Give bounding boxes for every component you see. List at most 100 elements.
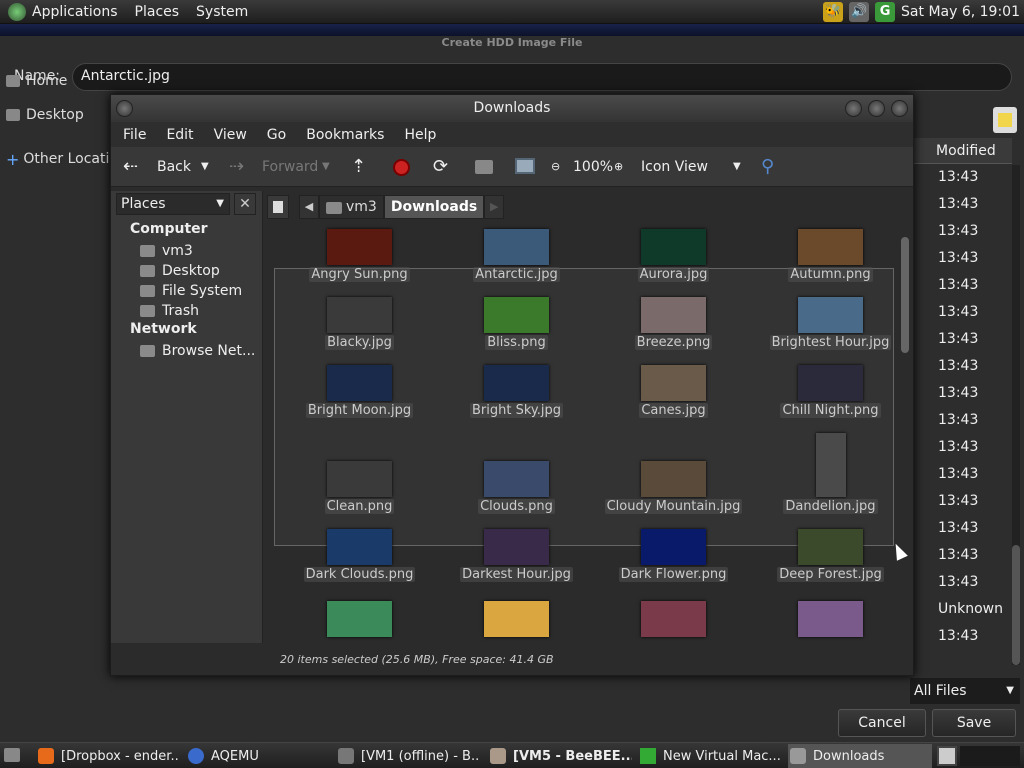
window-menu-icon[interactable] [116,100,133,117]
clock[interactable]: Sat May 6, 19:01 [901,4,1020,20]
task-downloads[interactable]: Downloads [788,744,932,768]
menu-edit[interactable]: Edit [166,127,193,143]
file-item[interactable]: Dark Flower.png [595,529,752,593]
icon-view-scrollbar[interactable] [900,225,910,641]
file-item[interactable]: Chill Night.png [752,365,902,429]
file-item[interactable]: Antarctic.jpg [438,229,595,293]
file-item[interactable]: Deep Forest.jpg [752,529,902,593]
icon-view[interactable]: Angry Sun.png Antarctic.jpg Aurora.jpg Autu… [266,223,902,641]
scroll-thumb[interactable] [1012,545,1020,665]
file-item[interactable]: Cloudy Mountain.jpg [595,461,752,525]
zoom-in-icon[interactable]: ⊕ [614,147,623,187]
file-item[interactable] [281,601,438,641]
breadcrumb-downloads[interactable]: Downloads [383,195,485,219]
back-arrow-icon[interactable]: ⇠ [123,147,138,187]
forward-arrow-icon[interactable]: ⇢ [229,147,244,187]
location-edit-button[interactable] [267,195,289,219]
file-item[interactable]: Darkest Hour.jpg [438,529,595,593]
show-desktop-icon[interactable] [4,748,20,762]
file-item[interactable] [752,601,902,641]
file-item[interactable]: Angry Sun.png [281,229,438,293]
zoom-out-icon[interactable]: ⊖ [551,147,560,187]
menu-help[interactable]: Help [404,127,436,143]
bee-icon[interactable]: 🐝 [823,2,844,22]
minimize-icon[interactable] [845,100,862,117]
home-icon[interactable] [475,160,493,174]
file-item[interactable]: Clean.png [281,461,438,525]
file-item[interactable]: Brightest Hour.jpg [752,297,902,361]
place-other-locations[interactable]: +Other Locations [0,142,112,176]
file-item[interactable]: Blacky.jpg [281,297,438,361]
place-desktop[interactable]: Desktop [0,98,112,132]
new-folder-button[interactable] [993,107,1017,133]
task-new-virtual-machine[interactable]: New Virtual Mac... [638,744,784,768]
scroll-thumb[interactable] [901,237,909,353]
sidebar-item-browse-network[interactable]: Browse Net... [140,341,255,361]
computer-icon[interactable] [515,158,535,174]
file-item[interactable] [438,601,595,641]
sidebar-item-desktop[interactable]: Desktop [140,261,220,281]
sidebar-item-trash[interactable]: Trash [140,301,199,321]
dialog-scrollbar[interactable] [1012,165,1020,665]
file-item[interactable]: Canes.jpg [595,365,752,429]
forward-button[interactable]: Forward [262,147,318,187]
dialog-title: Create HDD Image File [441,36,583,49]
view-mode-select[interactable]: Icon View [641,147,708,187]
file-item[interactable]: Bright Moon.jpg [281,365,438,429]
search-icon[interactable]: ⚲ [761,147,774,187]
file-item[interactable]: Dandelion.jpg [752,433,902,525]
file-item[interactable]: Dark Clouds.png [281,529,438,593]
back-button[interactable]: Back [157,147,191,187]
file-filter-select[interactable]: All Files ▼ [910,678,1020,704]
forward-history-chevron-icon[interactable]: ▼ [322,147,330,187]
menu-view[interactable]: View [214,127,247,143]
cancel-button[interactable]: Cancel [838,709,926,737]
menu-file[interactable]: File [123,127,146,143]
menu-bookmarks[interactable]: Bookmarks [306,127,384,143]
save-button[interactable]: Save [932,709,1016,737]
stop-icon[interactable] [393,159,410,176]
file-name: Dark Clouds.png [303,567,416,582]
close-sidebar-icon[interactable]: ✕ [234,193,256,215]
sidebar-item-filesystem[interactable]: File System [140,281,242,301]
gnome-logo-icon[interactable] [8,2,26,21]
task-vm1[interactable]: [VM1 (offline) - B... [336,744,480,768]
menu-applications[interactable]: Applications [32,4,118,20]
file-name: Breeze.png [634,335,713,350]
menu-system[interactable]: System [196,4,248,20]
maximize-icon[interactable] [868,100,885,117]
file-item[interactable]: Autumn.png [752,229,902,293]
task-dropbox[interactable]: [Dropbox - ender... [36,744,178,768]
file-item[interactable]: Clouds.png [438,461,595,525]
name-input[interactable]: Antarctic.jpg [72,63,1012,91]
place-home[interactable]: Home [0,64,112,98]
close-icon[interactable] [891,100,908,117]
sidebar-item-vm3[interactable]: vm3 [140,241,193,261]
places-combo[interactable]: Places ▼ [116,193,230,215]
menu-go[interactable]: Go [267,127,286,143]
file-name: Clean.png [324,499,395,514]
breadcrumb-vm3[interactable]: vm3 [319,195,384,219]
image-thumbnail [327,297,392,333]
file-item[interactable]: Aurora.jpg [595,229,752,293]
task-aqemu[interactable]: AQEMU [186,744,326,768]
file-item[interactable]: Bliss.png [438,297,595,361]
workspace-1[interactable] [937,746,957,766]
file-name: Brightest Hour.jpg [769,335,892,350]
downloads-titlebar[interactable]: Downloads [111,95,913,122]
up-icon[interactable]: ⇡ [351,147,366,187]
back-history-chevron-icon[interactable]: ▼ [201,147,209,187]
reload-icon[interactable]: ⟳ [433,147,448,187]
view-mode-chevron-icon[interactable]: ▼ [733,147,741,187]
menu-places[interactable]: Places [135,4,180,20]
modified-header[interactable]: Modified [912,138,1012,164]
workspace-switcher[interactable] [960,746,1020,766]
volume-icon[interactable]: 🔊 [849,2,870,22]
breadcrumb-left-icon[interactable]: ◀ [299,195,319,219]
file-item[interactable] [595,601,752,641]
breadcrumb-right-icon[interactable]: ▶ [484,195,505,219]
task-vm5[interactable]: [VM5 - BeeBEE... [488,744,632,768]
file-item[interactable]: Breeze.png [595,297,752,361]
file-item[interactable]: Bright Sky.jpg [438,365,595,429]
update-icon[interactable]: G [875,2,896,22]
